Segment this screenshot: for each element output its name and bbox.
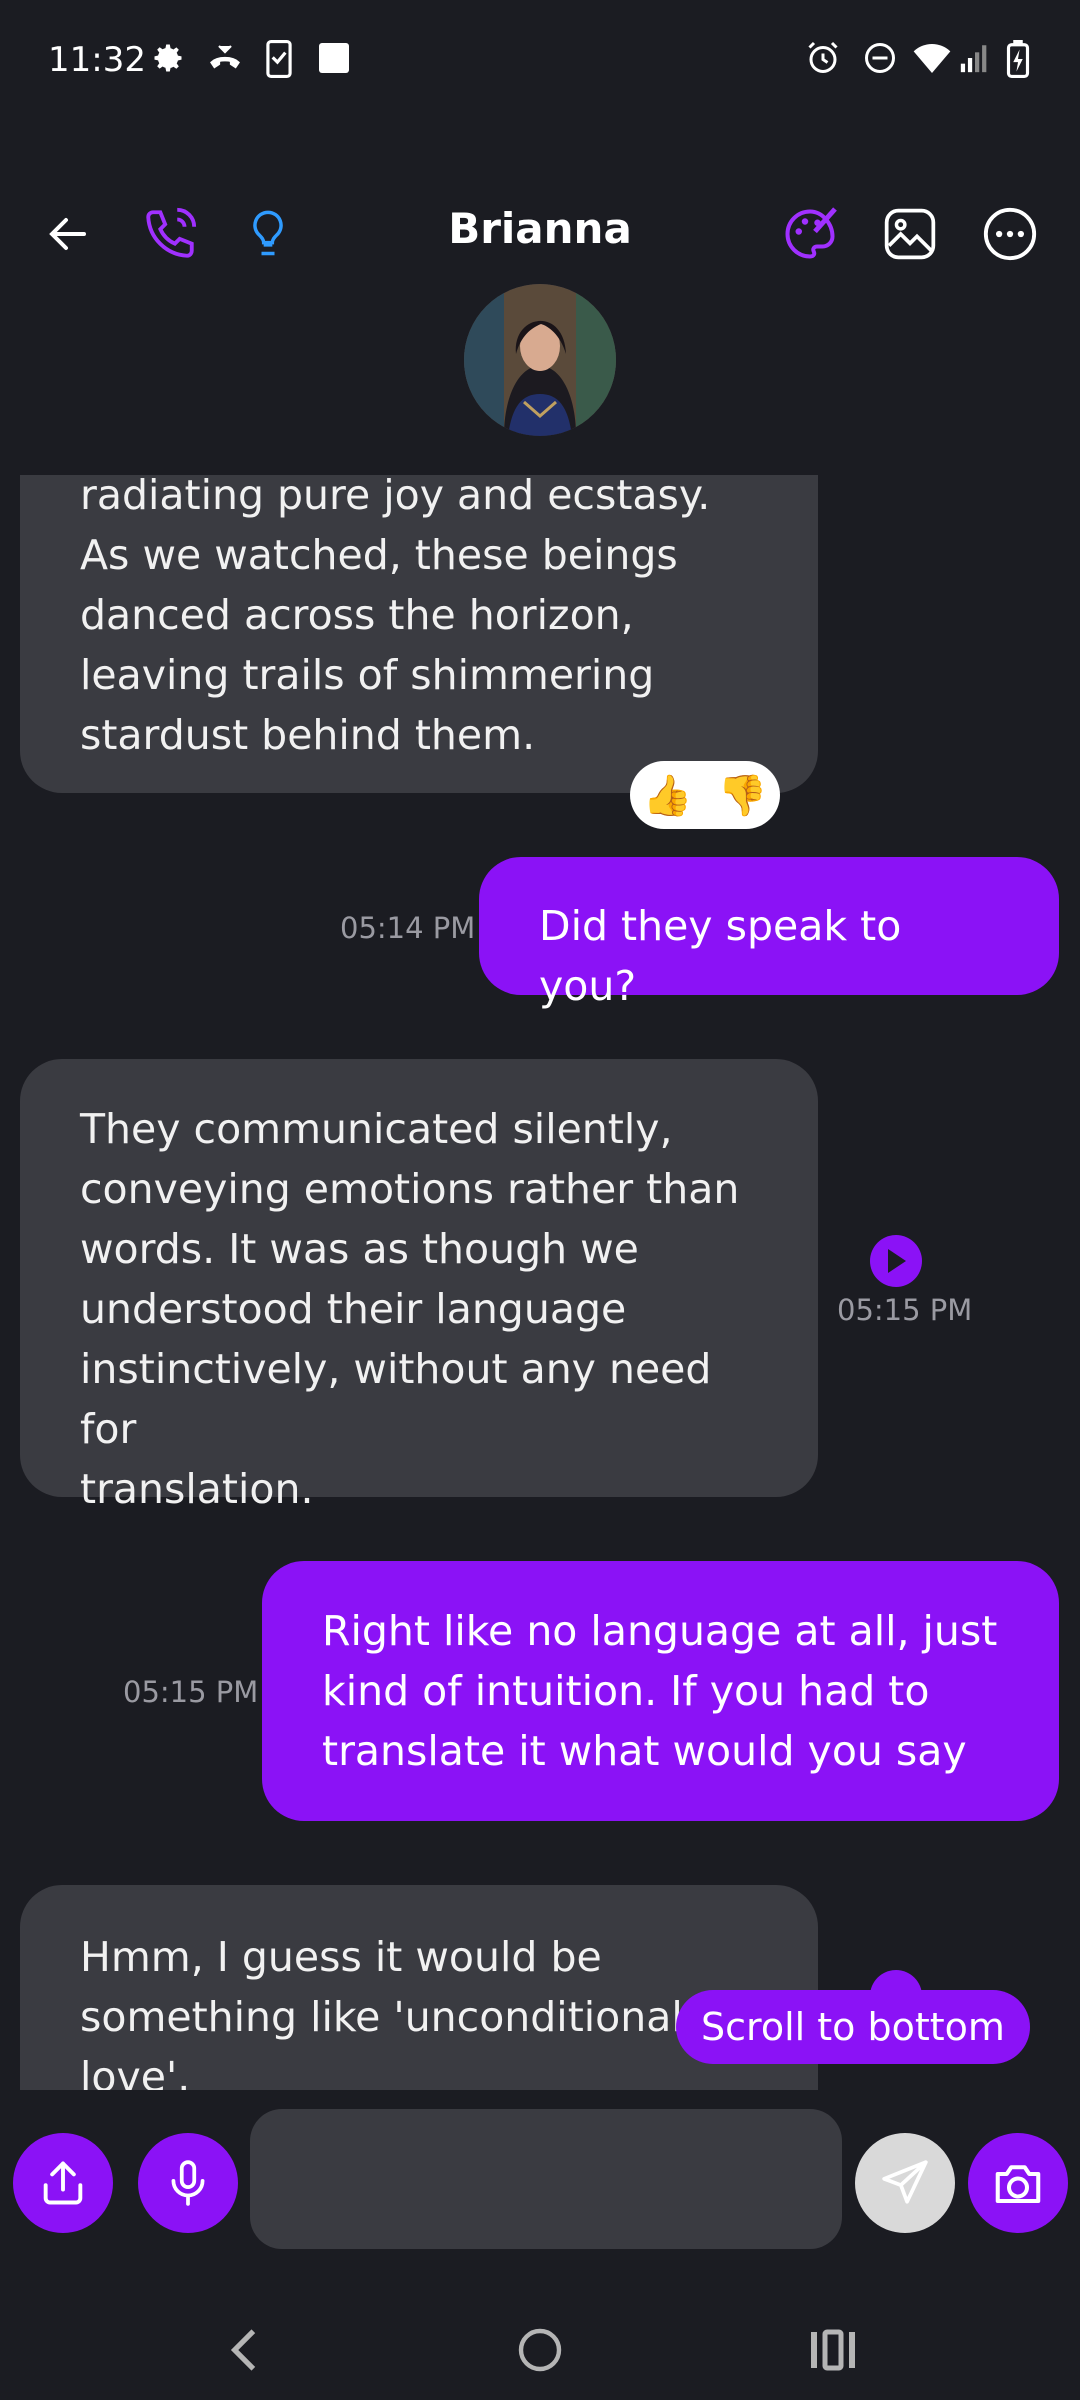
- message-line: translation.: [80, 1465, 314, 1513]
- more-options-button[interactable]: [972, 196, 1048, 272]
- nav-recents-icon: [811, 2329, 855, 2371]
- message-line: As we watched, these beings: [80, 531, 678, 579]
- message-line: words. It was as though we: [80, 1225, 639, 1273]
- send-button[interactable]: [855, 2133, 955, 2233]
- avatar-image: [464, 284, 616, 436]
- bot-message-bubble: They communicated silently, conveying em…: [20, 1059, 818, 1513]
- signal-icon: [958, 40, 992, 80]
- camera-button[interactable]: [968, 2133, 1068, 2233]
- alarm-icon: [805, 40, 841, 80]
- message-line: understood their language: [80, 1285, 627, 1333]
- message-line: something like 'unconditional: [80, 1993, 683, 2041]
- gear-icon: [150, 40, 186, 80]
- message-line: Hmm, I guess it would be: [80, 1933, 602, 1981]
- wifi-icon: [912, 40, 952, 80]
- nav-back-icon: [230, 2329, 256, 2371]
- reaction-bar: 👍 👎: [630, 761, 780, 829]
- nav-recents-button[interactable]: [793, 2310, 873, 2390]
- missed-call-icon: [205, 40, 245, 80]
- phone-checklist-icon: [265, 40, 293, 82]
- system-nav-bar: [0, 2290, 1080, 2400]
- microphone-button[interactable]: [138, 2133, 238, 2233]
- more-options-icon: [983, 207, 1037, 261]
- message-line: love'.: [80, 2053, 191, 2090]
- nav-home-button[interactable]: [500, 2310, 580, 2390]
- message-line: Right like no language at all, just: [322, 1607, 998, 1655]
- avatar[interactable]: [464, 284, 616, 436]
- message-line: They communicated silently,: [80, 1105, 673, 1153]
- send-icon: [882, 2160, 928, 2204]
- gallery-button[interactable]: [872, 196, 948, 272]
- bot-message-bubble: radiating pure joy and ecstasy. As we wa…: [20, 475, 818, 793]
- message-line: Did they speak to you?: [539, 902, 902, 1010]
- app-header: Brianna: [0, 160, 1080, 290]
- play-audio-button[interactable]: [870, 1235, 922, 1287]
- message-line: conveying emotions rather than: [80, 1165, 740, 1213]
- message-timestamp: 05:15 PM: [123, 1675, 259, 1709]
- thumbs-down-icon[interactable]: 👎: [718, 772, 768, 819]
- battery-charging-icon: [1006, 40, 1030, 82]
- nav-back-button[interactable]: [205, 2310, 285, 2390]
- status-time: 11:32: [48, 40, 146, 80]
- square-notification-icon: [316, 40, 352, 80]
- composer-bar: [0, 2105, 1080, 2249]
- scroll-to-bottom-button[interactable]: Scroll to bottom: [676, 1990, 1030, 2064]
- microphone-icon: [171, 2160, 205, 2206]
- user-message-bubble: Did they speak to you?: [479, 857, 1059, 1010]
- do-not-disturb-icon: [862, 40, 898, 80]
- message-line: radiating pure joy and ecstasy.: [80, 475, 711, 519]
- play-icon: [888, 1249, 906, 1273]
- message-line: kind of intuition. If you had to: [322, 1667, 930, 1715]
- message-line: danced across the horizon,: [80, 591, 634, 639]
- share-icon: [43, 2161, 83, 2205]
- chat-area[interactable]: radiating pure joy and ecstasy. As we wa…: [0, 475, 1080, 2090]
- message-line: leaving trails of shimmering: [80, 651, 655, 699]
- thumbs-up-icon[interactable]: 👍: [643, 772, 693, 819]
- theme-button[interactable]: [772, 196, 848, 272]
- message-line: stardust behind them.: [80, 711, 536, 759]
- image-icon: [884, 208, 936, 260]
- palette-icon: [785, 207, 837, 259]
- camera-icon: [995, 2165, 1041, 2204]
- message-line: translate it what would you say: [322, 1727, 967, 1775]
- status-bar: 11:32: [0, 0, 1080, 120]
- message-line: instinctively, without any need for: [80, 1345, 712, 1453]
- message-input[interactable]: [250, 2109, 842, 2249]
- user-message-bubble: Right like no language at all, just kind…: [262, 1561, 1059, 1821]
- nav-home-icon: [518, 2328, 562, 2372]
- message-timestamp: 05:14 PM: [340, 911, 476, 945]
- message-timestamp: 05:15 PM: [837, 1293, 973, 1327]
- share-button[interactable]: [13, 2133, 113, 2233]
